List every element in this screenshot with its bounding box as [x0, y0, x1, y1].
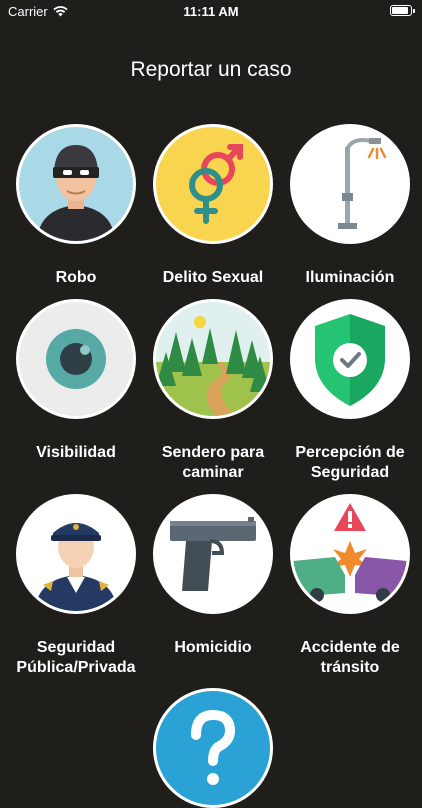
category-label: Seguridad Pública/Privada: [16, 639, 136, 676]
category-label: Accidente de tránsito: [300, 639, 400, 676]
police-officer-icon: [16, 494, 136, 614]
category-accidente[interactable]: Accidente de tránsito: [280, 494, 420, 678]
battery-icon: [390, 5, 415, 16]
car-crash-icon: [290, 494, 410, 614]
category-label: Delito Sexual: [162, 269, 264, 286]
category-seguridad-publica[interactable]: Seguridad Pública/Privada: [6, 494, 146, 678]
status-bar: Carrier 11:11 AM: [0, 0, 422, 22]
category-otro[interactable]: [143, 688, 283, 808]
category-homicidio[interactable]: Homicidio: [143, 494, 283, 658]
category-label: Robo: [55, 269, 97, 286]
category-label: Iluminación: [305, 269, 395, 286]
forest-path-icon: [153, 299, 273, 419]
category-label: Homicidio: [174, 639, 252, 656]
street-lamp-icon: [290, 124, 410, 244]
shield-check-icon: [290, 299, 410, 419]
category-delito-sexual[interactable]: Delito Sexual: [143, 124, 283, 288]
gender-symbols-icon: [153, 124, 273, 244]
robber-icon: [16, 124, 136, 244]
category-percepcion[interactable]: Percepción de Seguridad: [280, 299, 420, 483]
category-label: Percepción de Seguridad: [295, 444, 405, 481]
status-time: 11:11 AM: [183, 4, 239, 19]
eye-icon: [16, 299, 136, 419]
category-label: Visibilidad: [36, 444, 116, 461]
question-icon: [153, 688, 273, 808]
page-title: Reportar un caso: [130, 58, 292, 81]
pistol-icon: [153, 494, 273, 614]
category-iluminacion[interactable]: Iluminación: [280, 124, 420, 288]
category-visibilidad[interactable]: Visibilidad: [6, 299, 146, 463]
category-sendero[interactable]: Sendero para caminar: [143, 299, 283, 483]
category-label: Sendero para caminar: [161, 444, 265, 481]
category-robo[interactable]: Robo: [6, 124, 146, 288]
